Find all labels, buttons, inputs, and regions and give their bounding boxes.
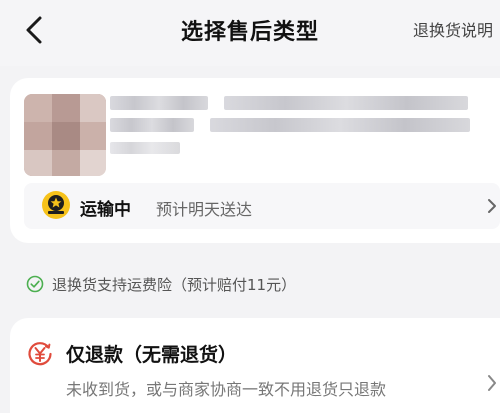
product-name-blurred (110, 118, 194, 132)
nav-header: 选择售后类型 退换货说明 (0, 0, 500, 66)
delivery-status-row[interactable]: 运输中 预计明天送达 (24, 183, 500, 229)
option-title: 仅退款（无需退货） (66, 344, 238, 366)
refund-only-option[interactable]: 仅退款（无需退货） 未收到货，或与商家协商一致不用退货只退款 (10, 318, 500, 413)
chevron-right-icon (488, 199, 496, 213)
product-thumbnail (24, 94, 106, 176)
product-card: 运输中 预计明天送达 (10, 78, 500, 243)
return-exchange-info-link[interactable]: 退换货说明 (413, 17, 493, 41)
after-sales-type-page: 选择售后类型 退换货说明 运输中 预计明天送达 退换货支持运费险（预计赔付11元… (0, 0, 500, 413)
refund-yen-icon (28, 342, 52, 366)
product-name-blurred (210, 118, 470, 132)
notice-text: 退换货支持运费险（预计赔付11元） (52, 275, 297, 294)
product-name-blurred (110, 96, 208, 110)
chevron-right-icon (488, 375, 496, 391)
check-circle-icon (26, 275, 44, 293)
product-spec-blurred (110, 142, 180, 154)
delivery-eta: 预计明天送达 (156, 200, 253, 219)
shipping-insurance-notice: 退换货支持运费险（预计赔付11元） (26, 272, 296, 296)
courier-logo-icon (42, 191, 70, 219)
delivery-status: 运输中 (80, 200, 131, 220)
product-name-blurred (224, 96, 468, 110)
option-description: 未收到货，或与商家协商一致不用退货只退款 (66, 380, 387, 399)
